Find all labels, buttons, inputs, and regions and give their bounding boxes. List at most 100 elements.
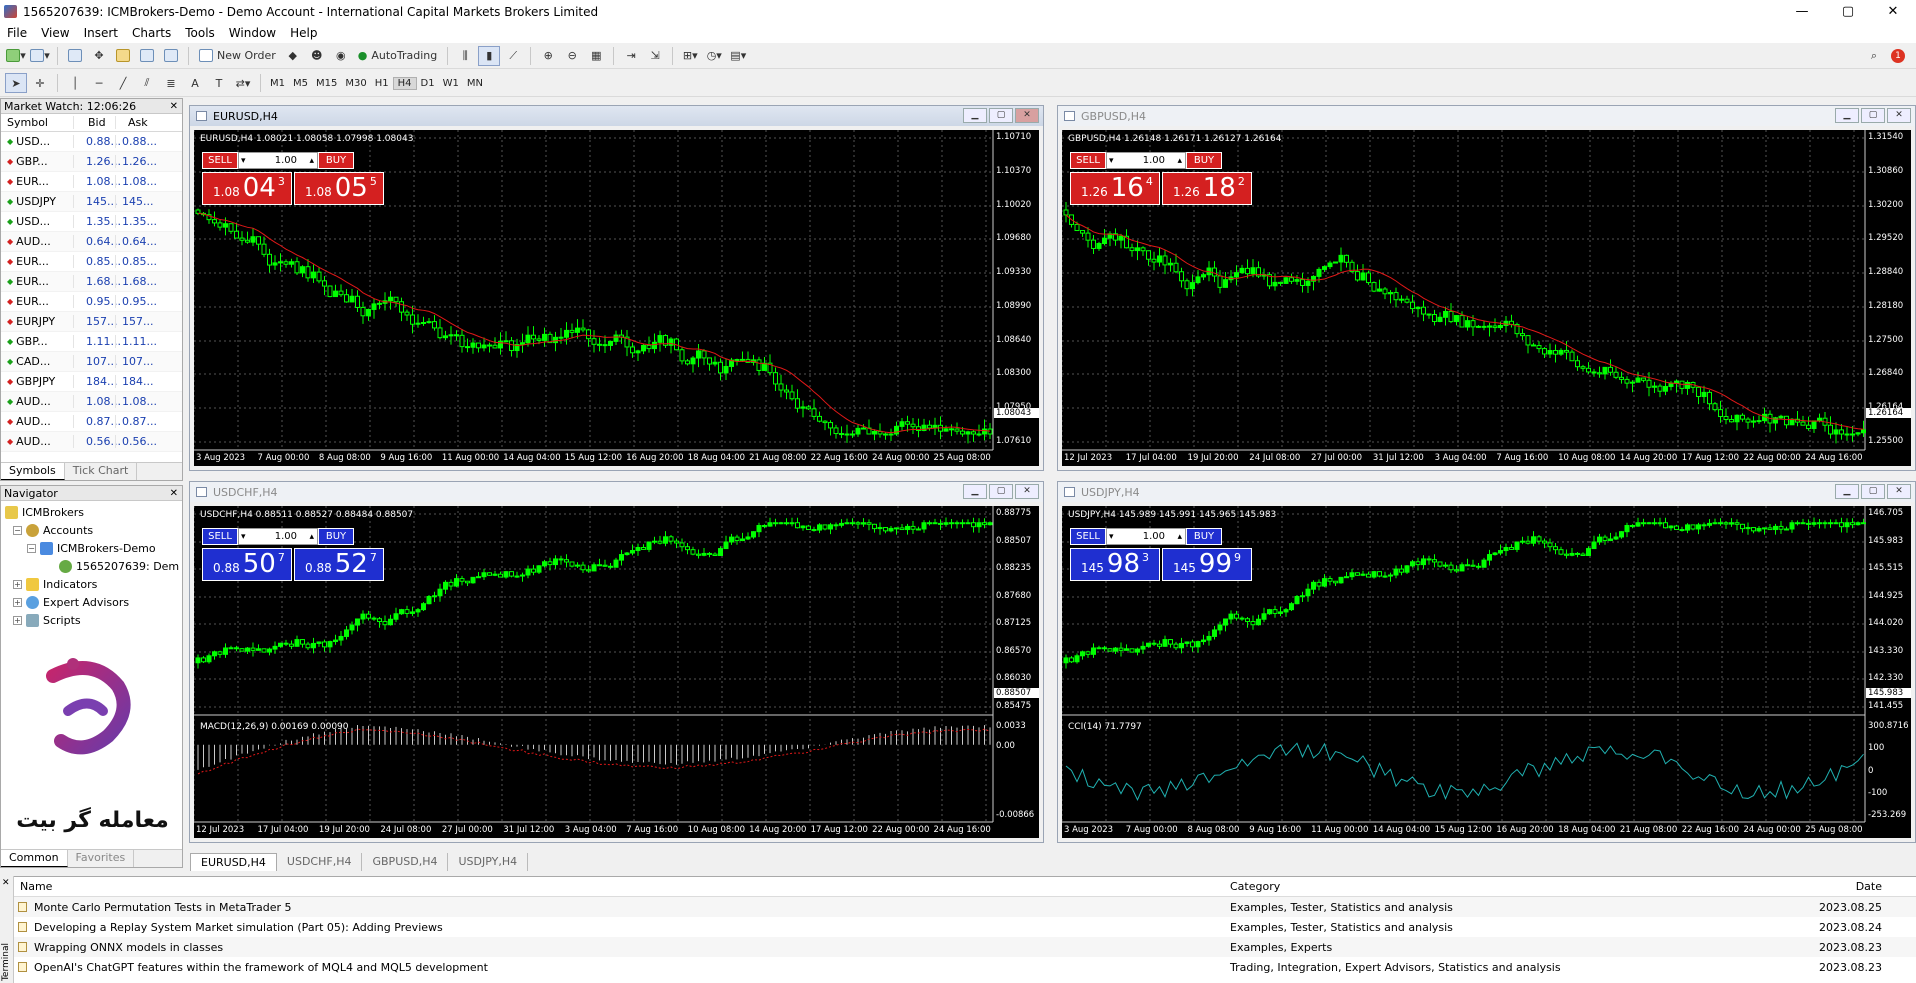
menu-file[interactable]: File xyxy=(0,26,34,40)
article-row[interactable]: Wrapping ONNX models in classes Examples,… xyxy=(0,937,1916,957)
nav-server[interactable]: − ICMBrokers-Demo xyxy=(5,539,182,557)
channel-icon[interactable]: ⫽ xyxy=(136,73,158,93)
tab-tick-chart[interactable]: Tick Chart xyxy=(65,463,138,480)
nav-root[interactable]: ICMBrokers xyxy=(5,503,182,521)
zoom-in-icon[interactable]: ⊕ xyxy=(537,46,559,66)
market-watch-row[interactable]: ◆ EUR... 1.68... 1.68... xyxy=(1,272,182,292)
line-chart-icon[interactable]: ⟋ xyxy=(502,46,524,66)
arrows-icon[interactable]: ⇄▾ xyxy=(232,73,254,93)
text-icon[interactable]: A xyxy=(184,73,206,93)
buy-button[interactable]: BUY xyxy=(318,152,354,169)
close-icon[interactable]: ✕ xyxy=(170,488,182,499)
new-order-button[interactable]: New Order xyxy=(195,46,280,66)
chart-window-titlebar[interactable]: EURUSD,H4 ▁ ▢ ✕ xyxy=(190,106,1043,126)
cursor-icon[interactable]: ➤ xyxy=(5,73,27,93)
menu-help[interactable]: Help xyxy=(283,26,324,40)
strategy-tester-icon[interactable] xyxy=(160,46,182,66)
market-watch-row[interactable]: ◆ USD... 0.88... 0.88... xyxy=(1,132,182,152)
terminal-side-tab[interactable]: Terminal ✕ xyxy=(0,876,14,983)
timeframe-m1[interactable]: M1 xyxy=(266,78,289,89)
lot-size-input[interactable]: 1.00 xyxy=(1106,152,1186,169)
timeframe-d1[interactable]: D1 xyxy=(417,78,439,89)
buy-price[interactable]: 145 99 9 xyxy=(1162,548,1252,581)
article-row[interactable]: Monte Carlo Permutation Tests in MetaTra… xyxy=(0,897,1916,917)
timeframe-w1[interactable]: W1 xyxy=(439,78,463,89)
market-watch-row[interactable]: ◆ EUR... 0.85... 0.85... xyxy=(1,252,182,272)
market-watch-row[interactable]: ◆ AUD... 0.87... 0.87... xyxy=(1,412,182,432)
buy-button[interactable]: BUY xyxy=(1186,152,1222,169)
buy-price[interactable]: 1.08 05 5 xyxy=(294,172,384,205)
market-watch-row[interactable]: ◆ USD... 1.35... 1.35... xyxy=(1,212,182,232)
minimize-button[interactable]: ▁ xyxy=(963,108,987,123)
market-watch-row[interactable]: ◆ EUR... 1.08... 1.08... xyxy=(1,172,182,192)
chart-tab-eurusd[interactable]: EURUSD,H4 xyxy=(190,853,277,871)
chart-window-titlebar[interactable]: GBPUSD,H4 ▁ ▢ ✕ xyxy=(1058,106,1915,126)
sell-button[interactable]: SELL xyxy=(202,528,238,545)
market-watch-row[interactable]: ◆ AUD... 0.64... 0.64... xyxy=(1,232,182,252)
close-button[interactable]: ✕ xyxy=(1887,108,1911,123)
maximize-button[interactable]: ▢ xyxy=(1825,0,1871,23)
sell-price[interactable]: 145 98 3 xyxy=(1070,548,1160,581)
article-row[interactable]: Developing a Replay System Market simula… xyxy=(0,917,1916,937)
market-watch-row[interactable]: ◆ AUD... 0.56... 0.56... xyxy=(1,432,182,452)
tab-symbols[interactable]: Symbols xyxy=(1,463,65,480)
crosshair-icon[interactable]: ✛ xyxy=(29,73,51,93)
nav-accounts[interactable]: − Accounts xyxy=(5,521,182,539)
horizontal-line-icon[interactable]: ─ xyxy=(88,73,110,93)
lot-size-input[interactable]: 1.00 xyxy=(238,528,318,545)
price-chart[interactable]: GBPUSD,H4 1.26148 1.26171 1.26127 1.2616… xyxy=(1062,130,1911,466)
lot-size-input[interactable]: 1.00 xyxy=(1106,528,1186,545)
minimize-button[interactable]: ▁ xyxy=(963,484,987,499)
chart-tab-gbpusd[interactable]: GBPUSD,H4 xyxy=(362,853,449,871)
market-watch-row[interactable]: ◆ EUR... 0.95... 0.95... xyxy=(1,292,182,312)
timeframe-mn[interactable]: MN xyxy=(463,78,487,89)
periods-icon[interactable]: ◷▾ xyxy=(703,46,725,66)
market-watch-row[interactable]: ◆ EURJPY 157... 157... xyxy=(1,312,182,332)
chart-window-titlebar[interactable]: USDCHF,H4 ▁ ▢ ✕ xyxy=(190,482,1043,502)
bar-chart-icon[interactable]: ⫼ xyxy=(454,46,476,66)
maximize-button[interactable]: ▢ xyxy=(989,484,1013,499)
sell-button[interactable]: SELL xyxy=(1070,528,1106,545)
maximize-button[interactable]: ▢ xyxy=(989,108,1013,123)
close-button[interactable]: ✕ xyxy=(1870,0,1916,23)
metaeditor-icon[interactable]: ◆ xyxy=(282,46,304,66)
market-icon[interactable]: ◉ xyxy=(330,46,352,66)
close-button[interactable]: ✕ xyxy=(1015,108,1039,123)
chart-window-usdchf[interactable]: USDCHF,H4 ▁ ▢ ✕ USDCHF,H4 0.88511 0.88527 0.… xyxy=(189,481,1044,843)
chart-tab-usdjpy[interactable]: USDJPY,H4 xyxy=(448,853,529,871)
autoscroll-icon[interactable]: ⇲ xyxy=(644,46,666,66)
timeframe-m5[interactable]: M5 xyxy=(289,78,312,89)
buy-button[interactable]: BUY xyxy=(318,528,354,545)
maximize-button[interactable]: ▢ xyxy=(1861,108,1885,123)
tile-windows-icon[interactable]: ▦ xyxy=(585,46,607,66)
templates-icon[interactable]: ▤▾ xyxy=(727,46,749,66)
trendline-icon[interactable]: ╱ xyxy=(112,73,134,93)
timeframe-h4[interactable]: H4 xyxy=(392,76,417,90)
timeframe-m30[interactable]: M30 xyxy=(341,78,370,89)
chart-window-titlebar[interactable]: USDJPY,H4 ▁ ▢ ✕ xyxy=(1058,482,1915,502)
minimize-button[interactable]: — xyxy=(1779,0,1825,23)
vertical-line-icon[interactable]: │ xyxy=(64,73,86,93)
sell-button[interactable]: SELL xyxy=(1070,152,1106,169)
timeframe-m15[interactable]: M15 xyxy=(312,78,341,89)
new-chart-icon[interactable]: ▾ xyxy=(5,46,27,66)
nav-scripts[interactable]: + Scripts xyxy=(5,611,182,629)
minimize-button[interactable]: ▁ xyxy=(1835,484,1859,499)
close-icon[interactable]: ✕ xyxy=(170,101,182,112)
menu-window[interactable]: Window xyxy=(222,26,283,40)
notifications-icon[interactable]: 1 xyxy=(1887,46,1909,66)
close-button[interactable]: ✕ xyxy=(1887,484,1911,499)
nav-indicators[interactable]: + Indicators xyxy=(5,575,182,593)
chart-shift-icon[interactable]: ⇥ xyxy=(620,46,642,66)
menu-tools[interactable]: Tools xyxy=(178,26,222,40)
chart-window-usdjpy[interactable]: USDJPY,H4 ▁ ▢ ✕ USDJPY,H4 145.989 145.991 14… xyxy=(1057,481,1916,843)
timeframe-h1[interactable]: H1 xyxy=(371,78,393,89)
article-row[interactable]: OpenAI's ChatGPT features within the fra… xyxy=(0,957,1916,977)
zoom-out-icon[interactable]: ⊖ xyxy=(561,46,583,66)
search-icon[interactable]: ⌕ xyxy=(1863,46,1885,66)
fibonacci-icon[interactable]: ≣ xyxy=(160,73,182,93)
sell-button[interactable]: SELL xyxy=(202,152,238,169)
chart-window-eurusd[interactable]: EURUSD,H4 ▁ ▢ ✕ EURUSD,H4 1.08021 1.08058 1.… xyxy=(189,105,1044,471)
text-label-icon[interactable]: T xyxy=(208,73,230,93)
minimize-button[interactable]: ▁ xyxy=(1835,108,1859,123)
